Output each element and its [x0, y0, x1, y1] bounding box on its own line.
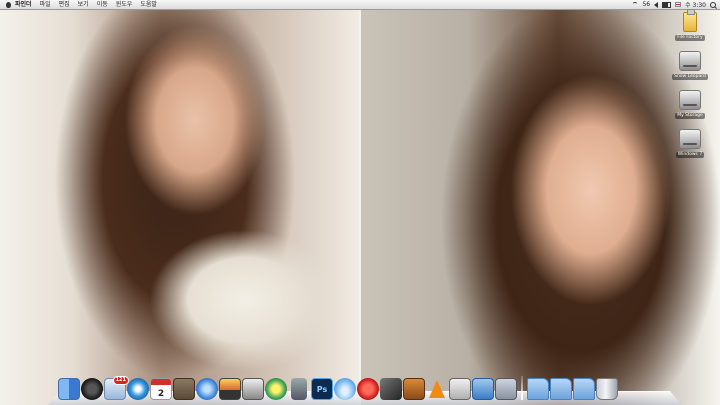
vlc-icon[interactable] — [426, 378, 448, 400]
documents-folder-icon[interactable] — [550, 378, 572, 400]
photoshop-icon[interactable]: Ps — [311, 378, 333, 400]
desktop-icon-label: Snow Leopard — [672, 74, 708, 80]
applications-folder-icon[interactable] — [527, 378, 549, 400]
itunes-icon[interactable] — [196, 378, 218, 400]
usb-drive-icon — [683, 9, 697, 32]
desktop-icon-label: Windows 7 — [675, 152, 705, 158]
finder-icon[interactable] — [58, 378, 80, 400]
messenger-icon[interactable] — [265, 378, 287, 400]
scissors-icon[interactable] — [380, 378, 402, 400]
dashboard-icon[interactable] — [81, 378, 103, 400]
desktop-icon-label: My Storage — [675, 113, 705, 119]
battery-icon[interactable] — [662, 1, 672, 8]
iphoto-icon[interactable] — [219, 378, 241, 400]
vlc-cone-shape — [429, 380, 445, 398]
menu-file[interactable]: 파일 — [36, 0, 55, 9]
mail-icon[interactable]: 121 — [104, 376, 129, 400]
desktop-icon-label: File Factory — [675, 35, 705, 41]
safari-icon[interactable] — [127, 378, 149, 400]
wifi-icon[interactable] — [632, 1, 639, 8]
dock-items: 121 2 Ps — [58, 374, 672, 400]
menu-clock[interactable]: 수 3:30 — [685, 0, 706, 9]
trash-icon[interactable] — [596, 378, 618, 400]
flashget-icon[interactable] — [357, 378, 379, 400]
wallpaper-photo-left — [0, 0, 359, 405]
menu-app-name[interactable]: 파인더 — [13, 0, 36, 9]
calendar-day: 2 — [157, 389, 165, 399]
input-source-flag-icon[interactable] — [675, 2, 682, 7]
ical-icon[interactable]: 2 — [150, 378, 172, 400]
desktop-icon-my-storage[interactable]: My Storage — [670, 90, 710, 123]
menu-window[interactable]: 윈도우 — [112, 0, 137, 9]
network-app-icon[interactable] — [472, 378, 494, 400]
menu-view[interactable]: 보기 — [74, 0, 93, 9]
menu-extras: 56 수 3:30 — [632, 0, 720, 9]
spotlight-search-icon[interactable] — [710, 1, 716, 8]
bird-app-icon[interactable] — [334, 378, 356, 400]
menu-bar: 파인더 파일 편집 보기 이동 윈도우 도움말 56 수 3:30 — [0, 0, 720, 10]
desktop-icon-snow-leopard[interactable]: Snow Leopard — [670, 51, 710, 84]
mail-unread-badge: 121 — [112, 376, 129, 385]
utility-icon[interactable] — [449, 378, 471, 400]
menu-go[interactable]: 이동 — [93, 0, 112, 9]
photobooth-icon[interactable] — [242, 378, 264, 400]
desktop-icon-file-factory[interactable]: File Factory — [670, 9, 710, 45]
menu-help[interactable]: 도움말 — [136, 0, 161, 9]
hard-drive-icon — [679, 90, 701, 110]
gallery-icon[interactable] — [495, 378, 517, 400]
apple-menu-icon[interactable] — [4, 0, 13, 9]
hard-drive-icon — [679, 51, 701, 71]
desktop-icons: File Factory Snow Leopard My Storage Win… — [670, 9, 710, 168]
desktop-wallpaper — [0, 0, 720, 405]
status-text[interactable]: 56 — [642, 1, 650, 8]
address-book-icon[interactable] — [173, 378, 195, 400]
dock-separator — [521, 376, 523, 400]
presentation-icon[interactable] — [403, 378, 425, 400]
menu-edit[interactable]: 편집 — [55, 0, 74, 9]
trash-bin-small-icon[interactable] — [291, 378, 307, 400]
desktop-icon-windows-7[interactable]: Windows 7 — [670, 129, 710, 162]
wallpaper-photo-right — [361, 0, 720, 405]
volume-icon[interactable] — [654, 1, 659, 8]
hard-drive-icon — [679, 129, 701, 149]
downloads-folder-icon[interactable] — [573, 378, 595, 400]
dock: 121 2 Ps — [48, 372, 682, 405]
